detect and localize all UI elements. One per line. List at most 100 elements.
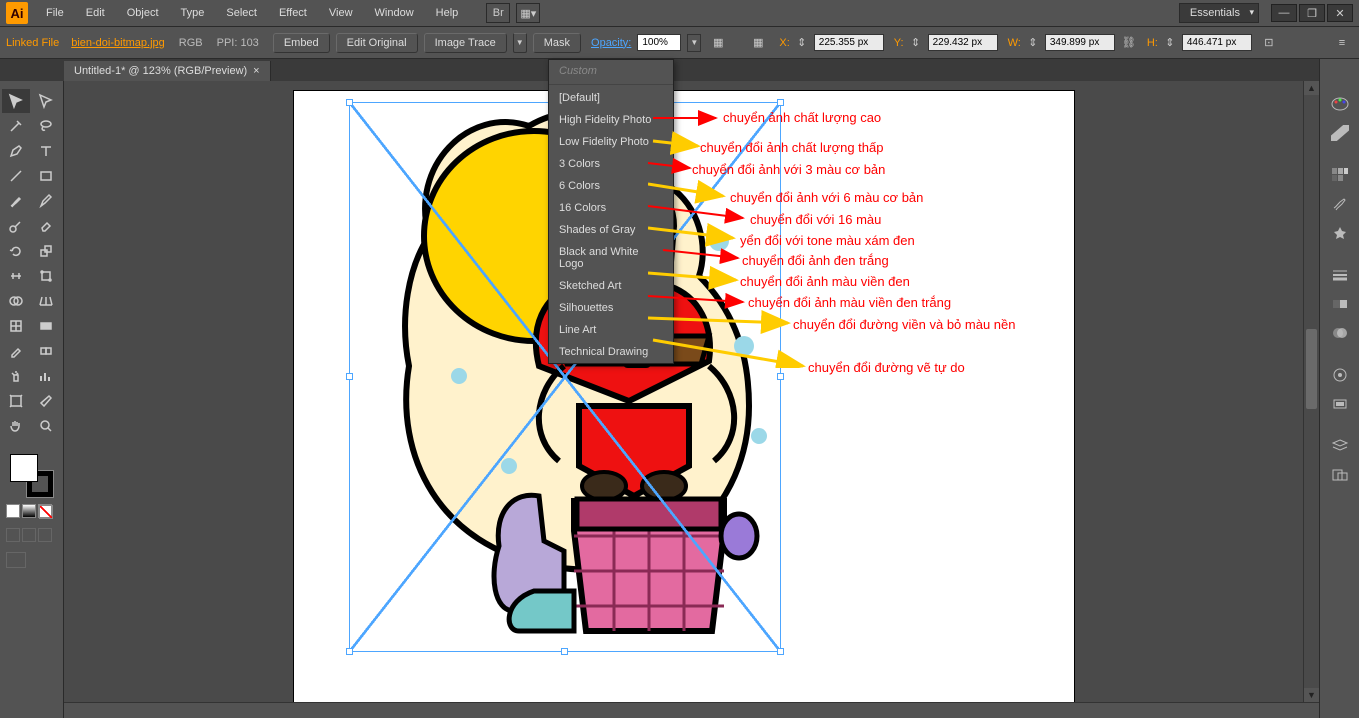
- eyedropper-tool[interactable]: [2, 339, 30, 363]
- zoom-tool[interactable]: [32, 414, 60, 438]
- symbols-panel-icon[interactable]: [1322, 219, 1358, 247]
- dropdown-item-high-fidelity[interactable]: High Fidelity Photo: [549, 109, 673, 131]
- selection-handle[interactable]: [777, 99, 784, 106]
- graphic-styles-panel-icon[interactable]: [1322, 390, 1358, 418]
- dropdown-item-technical-drawing[interactable]: Technical Drawing: [549, 341, 673, 363]
- draw-normal-icon[interactable]: [6, 528, 20, 542]
- gradient-panel-icon[interactable]: [1322, 290, 1358, 318]
- artboards-panel-icon[interactable]: [1322, 461, 1358, 489]
- scroll-down-icon[interactable]: ▼: [1304, 688, 1319, 702]
- menu-help[interactable]: Help: [426, 3, 469, 23]
- dropdown-item-16-colors[interactable]: 16 Colors: [549, 197, 673, 219]
- x-stepper-icon[interactable]: ⇕: [796, 32, 808, 54]
- menu-edit[interactable]: Edit: [76, 3, 115, 23]
- selection-handle[interactable]: [346, 648, 353, 655]
- selection-handle[interactable]: [346, 99, 353, 106]
- edit-original-button[interactable]: Edit Original: [336, 33, 418, 53]
- column-graph-tool[interactable]: [32, 364, 60, 388]
- restore-icon[interactable]: ❐: [1299, 4, 1325, 22]
- direct-selection-tool[interactable]: [32, 89, 60, 113]
- perspective-grid-tool[interactable]: [32, 289, 60, 313]
- h-stepper-icon[interactable]: ⇕: [1164, 32, 1176, 54]
- free-transform-tool[interactable]: [32, 264, 60, 288]
- mask-button[interactable]: Mask: [533, 33, 581, 53]
- transform-panel-icon[interactable]: ⊡: [1258, 32, 1280, 54]
- document-tab[interactable]: Untitled-1* @ 123% (RGB/Preview) ×: [64, 61, 271, 81]
- dropdown-item-shades-gray[interactable]: Shades of Gray: [549, 219, 673, 241]
- menu-effect[interactable]: Effect: [269, 3, 317, 23]
- dropdown-item-6-colors[interactable]: 6 Colors: [549, 175, 673, 197]
- draw-inside-icon[interactable]: [38, 528, 52, 542]
- slice-tool[interactable]: [32, 389, 60, 413]
- opacity-dropdown[interactable]: ▼: [687, 34, 701, 52]
- menu-file[interactable]: File: [36, 3, 74, 23]
- dropdown-item-low-fidelity[interactable]: Low Fidelity Photo: [549, 131, 673, 153]
- h-input[interactable]: [1182, 34, 1252, 51]
- draw-behind-icon[interactable]: [22, 528, 36, 542]
- selection-tool[interactable]: [2, 89, 30, 113]
- scrollbar-thumb[interactable]: [1306, 329, 1317, 409]
- x-input[interactable]: [814, 34, 884, 51]
- arrange-docs-icon[interactable]: ▦▾: [516, 3, 540, 23]
- selection-handle[interactable]: [777, 373, 784, 380]
- y-stepper-icon[interactable]: ⇕: [910, 32, 922, 54]
- paintbrush-tool[interactable]: [2, 189, 30, 213]
- rectangle-tool[interactable]: [32, 164, 60, 188]
- none-mode-icon[interactable]: [38, 504, 52, 518]
- blend-tool[interactable]: [32, 339, 60, 363]
- rotate-tool[interactable]: [2, 239, 30, 263]
- selection-handle[interactable]: [777, 648, 784, 655]
- magic-wand-tool[interactable]: [2, 114, 30, 138]
- close-icon[interactable]: ✕: [1327, 4, 1353, 22]
- gradient-mode-icon[interactable]: [22, 504, 36, 518]
- menu-window[interactable]: Window: [365, 3, 424, 23]
- reference-point-icon[interactable]: ▦: [747, 32, 769, 54]
- lasso-tool[interactable]: [32, 114, 60, 138]
- dropdown-item-bw-logo[interactable]: Black and White Logo: [549, 241, 673, 275]
- line-tool[interactable]: [2, 164, 30, 188]
- pencil-tool[interactable]: [32, 189, 60, 213]
- embed-button[interactable]: Embed: [273, 33, 330, 53]
- blob-brush-tool[interactable]: [2, 214, 30, 238]
- symbol-sprayer-tool[interactable]: [2, 364, 30, 388]
- scroll-up-icon[interactable]: ▲: [1304, 81, 1319, 95]
- menu-select[interactable]: Select: [216, 3, 267, 23]
- color-guide-panel-icon[interactable]: [1322, 119, 1358, 147]
- bridge-icon[interactable]: Br: [486, 3, 510, 23]
- w-input[interactable]: [1045, 34, 1115, 51]
- menu-view[interactable]: View: [319, 3, 363, 23]
- workspace-switcher[interactable]: Essentials: [1179, 3, 1259, 23]
- swatches-panel-icon[interactable]: [1322, 161, 1358, 189]
- width-tool[interactable]: [2, 264, 30, 288]
- dropdown-item-line-art[interactable]: Line Art: [549, 319, 673, 341]
- fill-swatch[interactable]: [10, 454, 38, 482]
- color-mode-icon[interactable]: [6, 504, 20, 518]
- image-trace-button[interactable]: Image Trace: [424, 33, 507, 53]
- w-stepper-icon[interactable]: ⇕: [1027, 32, 1039, 54]
- fill-stroke-swatch[interactable]: [10, 454, 54, 498]
- constrain-icon[interactable]: ⛓: [1121, 32, 1137, 54]
- artboard[interactable]: [294, 91, 1074, 702]
- eraser-tool[interactable]: [32, 214, 60, 238]
- selection-handle[interactable]: [561, 648, 568, 655]
- panel-menu-icon[interactable]: ≡: [1331, 32, 1353, 54]
- dropdown-item-sketched-art[interactable]: Sketched Art: [549, 275, 673, 297]
- transform-icon[interactable]: ▦: [707, 32, 729, 54]
- dropdown-item-default[interactable]: [Default]: [549, 87, 673, 109]
- dropdown-item-silhouettes[interactable]: Silhouettes: [549, 297, 673, 319]
- color-panel-icon[interactable]: [1322, 90, 1358, 118]
- dropdown-item-3-colors[interactable]: 3 Colors: [549, 153, 673, 175]
- filename-link[interactable]: bien-doi-bitmap.jpg: [71, 37, 165, 49]
- appearance-panel-icon[interactable]: [1322, 361, 1358, 389]
- vertical-scrollbar[interactable]: ▲ ▼: [1303, 81, 1319, 702]
- minimize-icon[interactable]: —: [1271, 4, 1297, 22]
- menu-object[interactable]: Object: [117, 3, 169, 23]
- pen-tool[interactable]: [2, 139, 30, 163]
- layers-panel-icon[interactable]: [1322, 432, 1358, 460]
- shape-builder-tool[interactable]: [2, 289, 30, 313]
- screen-mode-icon[interactable]: [6, 552, 26, 568]
- type-tool[interactable]: [32, 139, 60, 163]
- hand-tool[interactable]: [2, 414, 30, 438]
- y-input[interactable]: [928, 34, 998, 51]
- scale-tool[interactable]: [32, 239, 60, 263]
